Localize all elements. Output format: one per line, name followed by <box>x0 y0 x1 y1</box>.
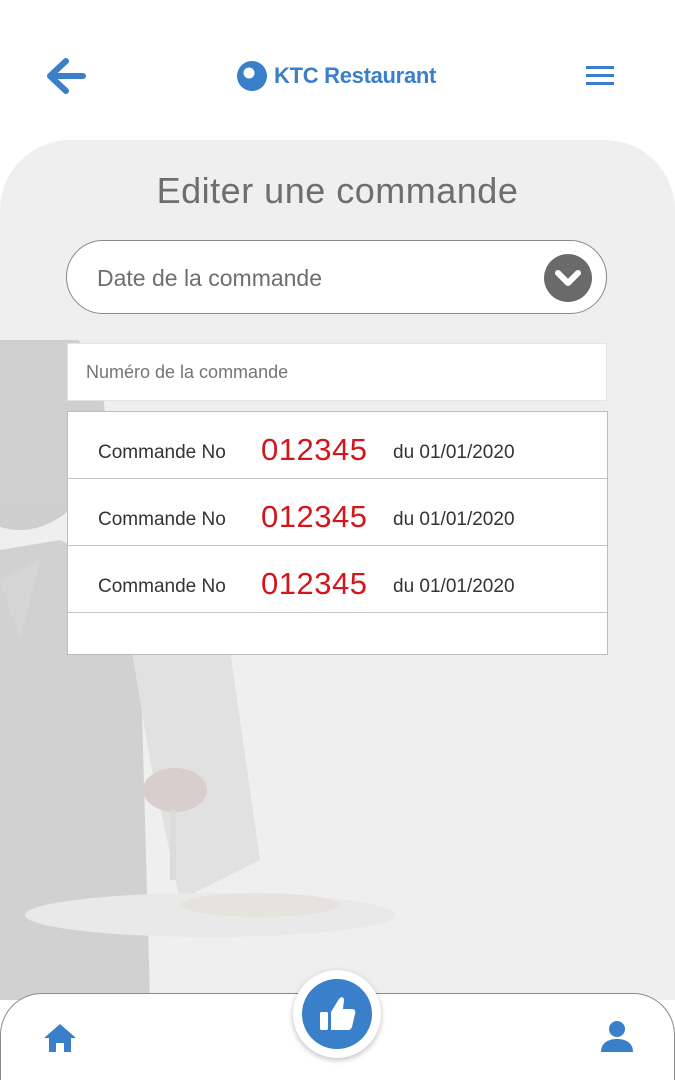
order-row-empty <box>68 613 607 654</box>
order-date-select[interactable]: Date de la commande <box>66 240 607 314</box>
ktc-logo-icon <box>237 61 267 91</box>
thumbs-up-icon <box>320 997 356 1030</box>
order-date: du 01/01/2020 <box>393 509 515 530</box>
order-row[interactable]: Commande No 012345 du 01/01/2020 <box>68 412 607 479</box>
order-number: 012345 <box>261 499 368 534</box>
order-number: 012345 <box>261 432 368 467</box>
app-header: KTC Restaurant <box>0 0 675 140</box>
order-date-label: Date de la commande <box>97 265 323 291</box>
back-button[interactable] <box>46 56 88 96</box>
chevron-down-icon <box>555 270 581 286</box>
date-dropdown-toggle[interactable] <box>544 254 592 302</box>
user-profile-icon <box>601 1021 633 1052</box>
home-icon <box>44 1024 76 1052</box>
order-label: Commande No <box>98 576 226 597</box>
order-label: Commande No <box>98 509 226 530</box>
thumbs-up-button[interactable] <box>302 979 372 1049</box>
order-date: du 01/01/2020 <box>393 576 515 597</box>
page-title: Editer une commande <box>156 170 519 211</box>
profile-button[interactable] <box>598 1018 636 1056</box>
order-row[interactable]: Commande No 012345 du 01/01/2020 <box>68 546 607 613</box>
order-date: du 01/01/2020 <box>393 442 515 463</box>
order-number-input[interactable] <box>67 343 607 401</box>
main-panel: Editer une commande Date de la commande … <box>0 140 675 1000</box>
app-name: KTC Restaurant <box>274 63 437 88</box>
arrow-left-icon <box>47 58 86 94</box>
menu-button[interactable] <box>584 62 618 90</box>
order-label: Commande No <box>98 442 226 463</box>
hamburger-menu-icon <box>586 66 614 85</box>
order-row[interactable]: Commande No 012345 du 01/01/2020 <box>68 479 607 546</box>
home-button[interactable] <box>42 1022 78 1054</box>
app-brand: KTC Restaurant <box>236 58 436 94</box>
order-list: Commande No 012345 du 01/01/2020 Command… <box>67 411 608 655</box>
order-number: 012345 <box>261 566 368 601</box>
